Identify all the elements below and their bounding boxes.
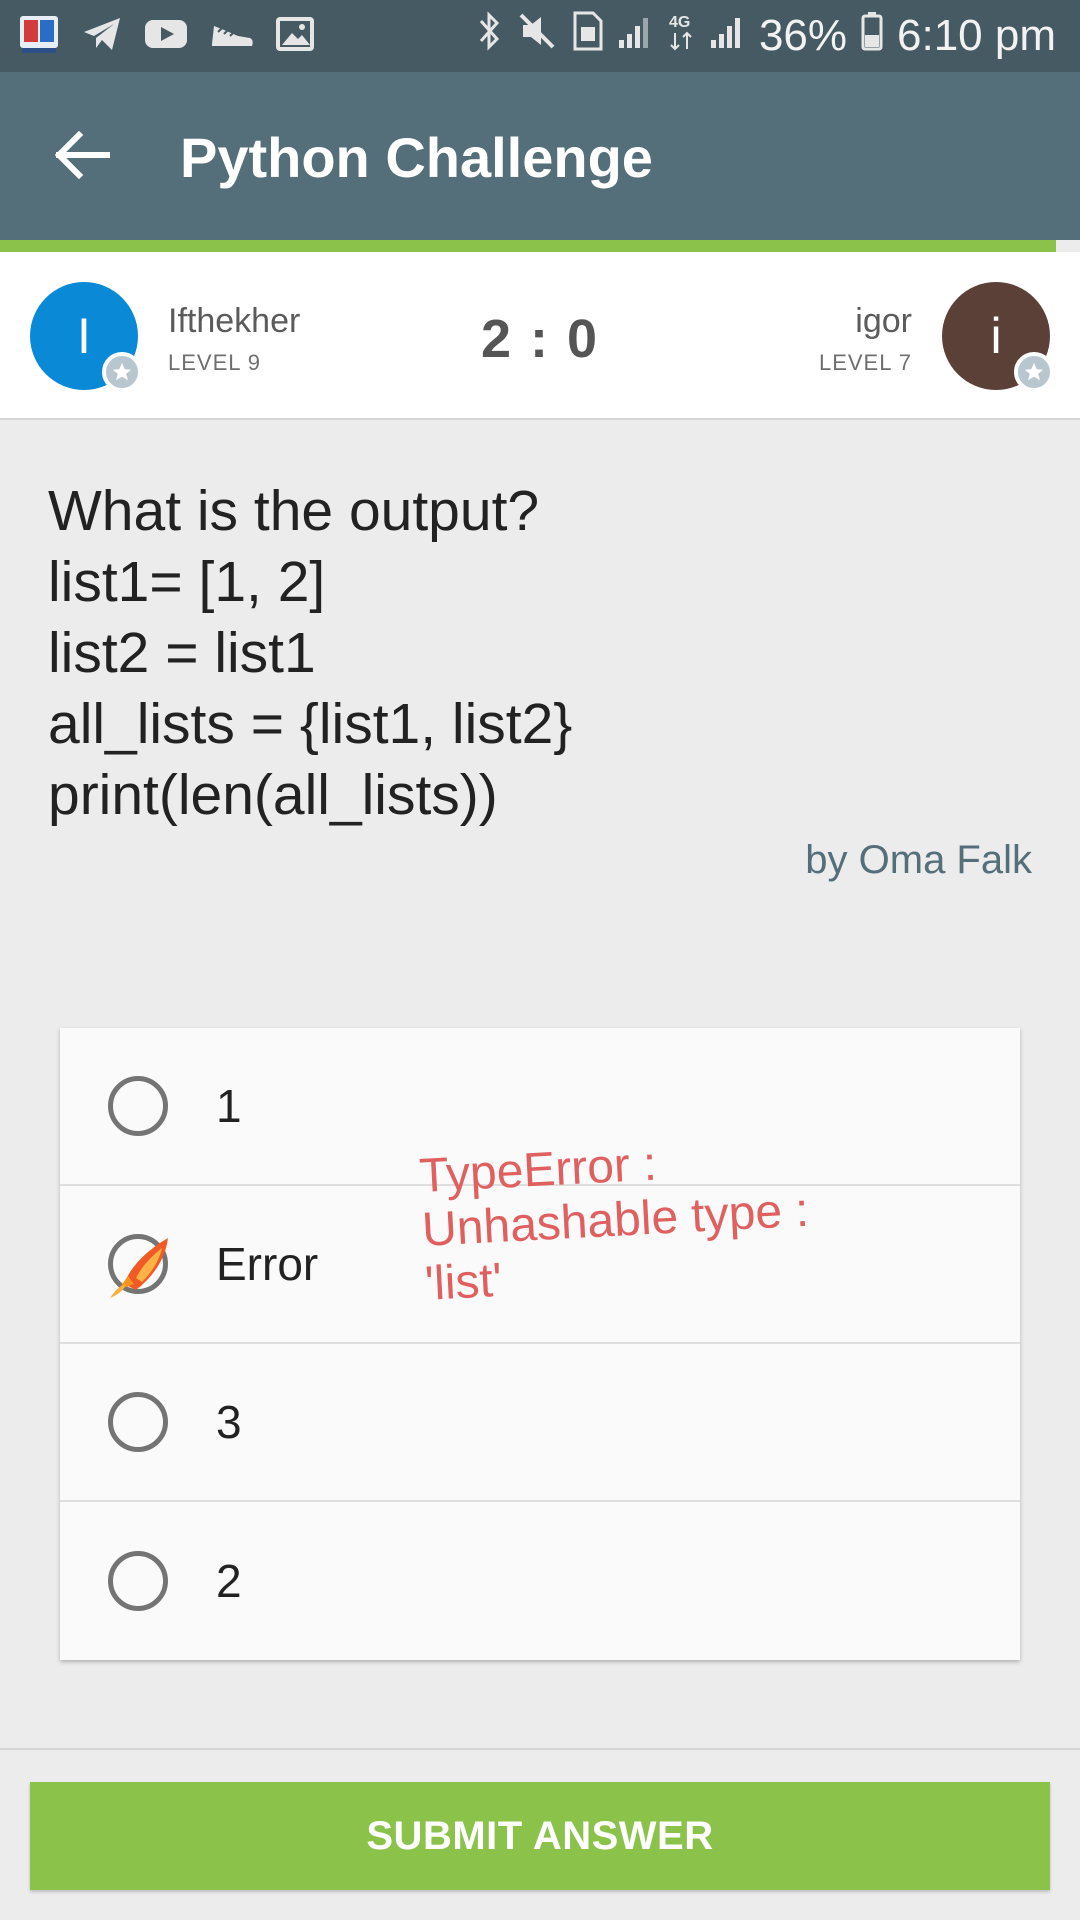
progress-accent-bar <box>0 240 1056 252</box>
answer-options: 1 Error 3 2 <box>60 1028 1020 1660</box>
battery-percent: 36% <box>758 11 848 60</box>
player-name-right: igor <box>855 302 912 340</box>
avatar-initial: i <box>990 308 1002 364</box>
signal-icon <box>709 11 745 61</box>
question-line: What is the output? <box>48 479 540 543</box>
question-line: list1= [1, 2] <box>48 550 326 614</box>
option-3[interactable]: 3 <box>60 1344 1020 1502</box>
option-2[interactable]: 2 <box>60 1502 1020 1660</box>
clock: 6:10 pm <box>897 11 1056 60</box>
arrow-back-icon <box>55 131 110 179</box>
telegram-icon <box>82 16 122 57</box>
gallery-icon <box>276 16 314 56</box>
rocket-icon <box>104 1228 184 1300</box>
question-author[interactable]: by Oma Falk <box>805 838 1032 883</box>
option-label: 2 <box>216 1555 242 1607</box>
question-line: list2 = list1 <box>48 621 316 685</box>
players-panel: I Ifthekher LEVEL 9 2 : 0 igor LEVEL 7 i <box>0 252 1080 420</box>
sneaker-icon <box>210 18 254 55</box>
mute-icon <box>517 11 557 62</box>
submit-answer-button[interactable]: SUBMIT ANSWER <box>30 1782 1050 1890</box>
question-text: What is the output? list1= [1, 2] list2 … <box>48 476 1048 831</box>
option-label: Error <box>216 1238 319 1290</box>
status-bar-left <box>18 14 314 58</box>
option-label: 1 <box>216 1080 242 1132</box>
signal-icon <box>617 11 653 61</box>
app-book-icon <box>18 14 60 59</box>
star-badge-icon <box>1014 352 1054 392</box>
status-bar: 4G 36% 6:10 pm <box>0 0 1080 72</box>
radio-button[interactable] <box>108 1551 168 1611</box>
status-bar-right: 4G 36% 6:10 pm <box>477 10 1056 62</box>
youtube-icon <box>144 18 188 55</box>
question-line: print(len(all_lists)) <box>48 763 498 827</box>
bluetooth-icon <box>477 10 503 62</box>
radio-button[interactable] <box>108 1076 168 1136</box>
radio-button[interactable] <box>108 1392 168 1452</box>
question-line: all_lists = {list1, list2} <box>48 692 573 756</box>
score: 2 : 0 <box>480 309 600 369</box>
battery-icon <box>861 11 883 62</box>
4g-icon: 4G <box>667 11 695 62</box>
footer-divider <box>0 1748 1080 1750</box>
sim-icon <box>571 11 603 62</box>
error-annotation: TypeError : Unhashable type : 'list' <box>418 1125 906 1312</box>
back-button[interactable] <box>48 120 118 190</box>
svg-text:4G: 4G <box>669 14 690 31</box>
avatar-right[interactable]: i <box>942 282 1054 392</box>
player-level-right: LEVEL 7 <box>818 350 912 375</box>
option-label: 3 <box>216 1396 242 1448</box>
page-title: Python Challenge <box>180 126 653 189</box>
